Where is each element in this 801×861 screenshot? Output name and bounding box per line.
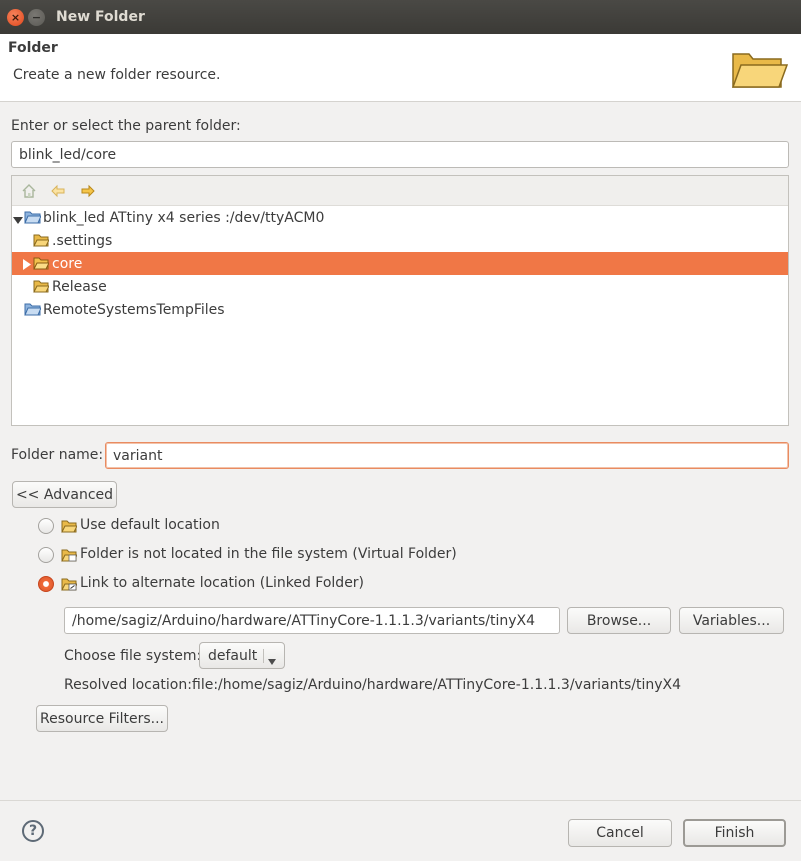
tree-item-label: .settings xyxy=(52,232,113,249)
finish-button[interactable]: Finish xyxy=(683,819,786,847)
advanced-button[interactable]: << Advanced xyxy=(12,481,117,508)
resource-filters-button[interactable]: Resource Filters... xyxy=(36,705,168,732)
project-folder-icon xyxy=(24,301,42,320)
parent-folder-input[interactable]: blink_led/core xyxy=(11,141,789,168)
folder-tree[interactable]: blink_led ATtiny x4 series :/dev/ttyACM0… xyxy=(11,175,789,426)
minimize-window-icon[interactable]: − xyxy=(28,9,45,26)
variables-button[interactable]: Variables... xyxy=(679,607,784,634)
tree-item-label: blink_led ATtiny x4 series :/dev/ttyACM0 xyxy=(43,209,325,226)
virtual-folder-icon xyxy=(61,548,78,566)
tree-item-label: RemoteSystemsTempFiles xyxy=(43,301,225,318)
folder-icon xyxy=(33,233,50,251)
project-folder-icon xyxy=(24,209,42,228)
virtual-folder-radio[interactable] xyxy=(38,547,54,563)
tree-item-settings[interactable]: .settings xyxy=(12,229,788,252)
combo-divider xyxy=(263,649,264,663)
back-arrow-icon[interactable] xyxy=(49,182,67,200)
linked-folder-radio[interactable] xyxy=(38,576,54,592)
title-bar: × − New Folder xyxy=(0,0,801,34)
linked-folder-label[interactable]: Link to alternate location (Linked Folde… xyxy=(80,575,364,591)
close-window-icon[interactable]: × xyxy=(7,9,24,26)
open-folder-icon xyxy=(730,46,789,94)
parent-folder-label: Enter or select the parent folder: xyxy=(11,118,241,134)
tree-item-remote-systems[interactable]: RemoteSystemsTempFiles xyxy=(12,298,788,321)
tree-item-project[interactable]: blink_led ATtiny x4 series :/dev/ttyACM0 xyxy=(12,206,788,229)
virtual-folder-label[interactable]: Folder is not located in the file system… xyxy=(80,546,457,562)
help-icon[interactable]: ? xyxy=(22,820,44,842)
file-system-value: default xyxy=(208,647,258,664)
chevron-down-icon xyxy=(268,653,276,669)
resolved-location-value: file:/home/sagiz/Arduino/hardware/ATTiny… xyxy=(192,677,682,693)
tree-toolbar xyxy=(12,176,788,206)
banner-title: Folder xyxy=(8,40,58,56)
expanded-arrow-icon[interactable] xyxy=(13,213,23,224)
folder-icon xyxy=(61,519,78,537)
forward-arrow-icon[interactable] xyxy=(79,182,97,200)
use-default-location-radio[interactable] xyxy=(38,518,54,534)
tree-item-release[interactable]: Release xyxy=(12,275,788,298)
file-system-select[interactable]: default xyxy=(199,642,285,669)
browse-button[interactable]: Browse... xyxy=(567,607,671,634)
tree-item-label: Release xyxy=(52,278,107,295)
resolved-location-label: Resolved location: xyxy=(64,677,192,693)
tree-item-core[interactable]: core xyxy=(12,252,788,275)
folder-name-input[interactable]: variant xyxy=(105,442,789,469)
folder-icon xyxy=(33,256,50,274)
folder-icon xyxy=(33,279,50,297)
folder-name-label: Folder name: xyxy=(11,447,104,463)
use-default-location-label[interactable]: Use default location xyxy=(80,517,220,533)
footer-divider xyxy=(0,800,801,801)
window-title: New Folder xyxy=(56,9,145,25)
link-location-input[interactable]: /home/sagiz/Arduino/hardware/ATTinyCore-… xyxy=(64,607,560,634)
collapsed-arrow-icon[interactable] xyxy=(22,258,32,270)
tree-item-label: core xyxy=(52,255,83,272)
home-icon[interactable] xyxy=(20,182,38,200)
wizard-banner: Folder Create a new folder resource. xyxy=(0,34,801,102)
linked-folder-icon xyxy=(61,577,78,595)
banner-subtitle: Create a new folder resource. xyxy=(13,67,221,83)
cancel-button[interactable]: Cancel xyxy=(568,819,672,847)
choose-file-system-label: Choose file system: xyxy=(64,648,202,664)
